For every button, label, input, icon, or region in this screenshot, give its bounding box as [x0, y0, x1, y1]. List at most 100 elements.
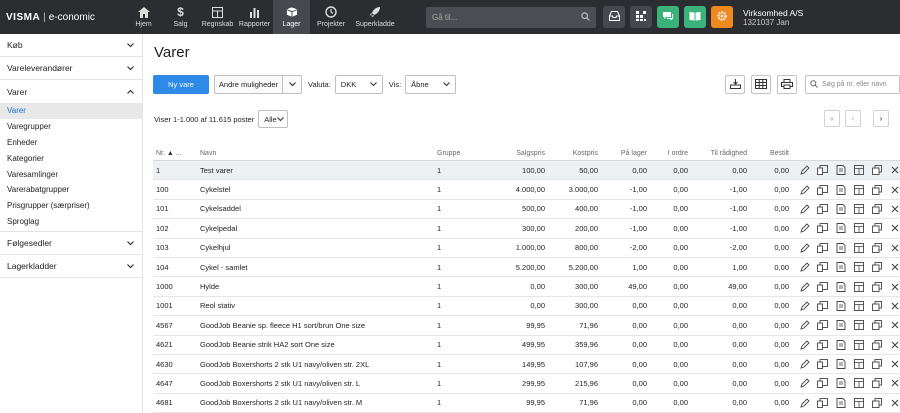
cell-navn[interactable]: Cykelpedal — [200, 224, 437, 233]
document-icon[interactable] — [835, 281, 846, 292]
sidebar-section-vareleverandoerer[interactable]: Vareleverandører — [0, 57, 142, 80]
table-row[interactable]: 4621 GoodJob Beanie strik HA2 sort One si… — [153, 336, 900, 355]
close-icon[interactable] — [889, 378, 900, 389]
inbox-button[interactable] — [603, 6, 625, 28]
document-icon[interactable] — [835, 242, 846, 253]
sidebar-item-varerabatgrupper[interactable]: Varerabatgrupper — [0, 182, 142, 198]
close-icon[interactable] — [889, 165, 900, 176]
close-icon[interactable] — [889, 339, 900, 350]
next-page-button[interactable]: › — [873, 110, 889, 127]
report-icon[interactable] — [853, 262, 864, 273]
table-row[interactable]: 4681 GoodJob Boxershorts 2 stk U1 navy/ol… — [153, 394, 900, 413]
nav-superkladde[interactable]: Superkladde — [352, 0, 398, 34]
cell-nr[interactable]: 4621 — [153, 340, 200, 349]
copy-to-order-icon[interactable] — [817, 320, 828, 331]
close-icon[interactable] — [889, 300, 900, 311]
cell-navn[interactable]: GoodJob Boxershorts 2 stk U1 navy/oliven… — [200, 360, 437, 369]
copy-to-order-icon[interactable] — [817, 203, 828, 214]
cell-nr[interactable]: 103 — [153, 243, 200, 252]
table-row[interactable]: 1000 Hylde 1 0,00 300,00 49,00 0,00 49,00 0,00 — [153, 277, 900, 297]
col-bestilt-header[interactable]: Bestilt — [747, 150, 789, 157]
nav-salg[interactable]: $ Salg — [162, 0, 199, 34]
copy-to-order-icon[interactable] — [817, 339, 828, 350]
sidebar-item-prisgrupper[interactable]: Prisgrupper (særpriser) — [0, 198, 142, 214]
cell-navn[interactable]: Reol stativ — [200, 301, 437, 310]
cell-nr[interactable]: 101 — [153, 204, 200, 213]
document-icon[interactable] — [835, 165, 846, 176]
col-navn-header[interactable]: Navn — [200, 150, 437, 157]
new-item-button[interactable]: Ny vare — [153, 75, 209, 94]
duplicate-icon[interactable] — [871, 223, 882, 234]
print-button[interactable] — [777, 75, 797, 94]
table-row[interactable]: 101 Cykelsaddel 1 500,00 400,00 -1,00 0,00 -1,0… — [153, 200, 900, 220]
report-icon[interactable] — [853, 397, 864, 408]
col-gruppe-header[interactable]: Gruppe — [437, 150, 487, 157]
table-row[interactable]: 103 Cykelhjul 1 1.000,00 800,00 -2,00 0,00 -2,0… — [153, 239, 900, 258]
report-icon[interactable] — [853, 359, 864, 370]
col-kostpris-header[interactable]: Kostpris — [545, 150, 598, 157]
duplicate-icon[interactable] — [871, 165, 882, 176]
duplicate-icon[interactable] — [871, 203, 882, 214]
copy-to-order-icon[interactable] — [817, 242, 828, 253]
table-row[interactable]: 1001 Reol stativ 1 0,00 300,00 0,00 0,00 0,00 0,… — [153, 297, 900, 317]
col-i-ordre-header[interactable]: I ordre — [647, 150, 688, 157]
close-icon[interactable] — [889, 320, 900, 331]
apps-button[interactable] — [630, 6, 652, 28]
sidebar-item-kategorier[interactable]: Kategorier — [0, 150, 142, 166]
col-nr-header[interactable]: Nr. ▲ ... — [153, 150, 200, 157]
duplicate-icon[interactable] — [871, 320, 882, 331]
document-icon[interactable] — [835, 378, 846, 389]
cell-navn[interactable]: Cykelsaddel — [200, 204, 437, 213]
cell-navn[interactable]: GoodJob Boxershorts 2 stk U1 navy/oliven… — [200, 398, 437, 407]
item-search-input[interactable]: Søg på nr. eller navn — [805, 75, 900, 94]
edit-icon[interactable] — [799, 378, 810, 389]
account-menu[interactable]: Virksomhed A/S 1321037 Jan — [743, 8, 803, 34]
report-icon[interactable] — [853, 320, 864, 331]
close-icon[interactable] — [889, 281, 900, 292]
close-icon[interactable] — [889, 223, 900, 234]
sidebar-section-foelgesedler[interactable]: Følgesedler — [0, 232, 142, 256]
sidebar-section-varer[interactable]: Varer — [0, 80, 142, 103]
edit-icon[interactable] — [799, 262, 810, 273]
table-row[interactable]: 4630 GoodJob Boxershorts 2 stk U1 navy/ol… — [153, 355, 900, 375]
duplicate-icon[interactable] — [871, 359, 882, 370]
edit-icon[interactable] — [799, 223, 810, 234]
edit-icon[interactable] — [799, 397, 810, 408]
cell-navn[interactable]: Test varer — [200, 166, 437, 175]
document-icon[interactable] — [835, 339, 846, 350]
edit-icon[interactable] — [799, 203, 810, 214]
nav-lager[interactable]: Lager — [273, 0, 310, 34]
prev-page-button[interactable]: ‹ — [845, 110, 861, 127]
col-salgspris-header[interactable]: Salgspris — [487, 150, 545, 157]
report-icon[interactable] — [853, 378, 864, 389]
table-row[interactable]: 102 Cykelpedal 1 300,00 200,00 -1,00 0,00 -1,00… — [153, 219, 900, 239]
cell-nr[interactable]: 4630 — [153, 360, 200, 369]
nav-regnskab[interactable]: Regnskab — [199, 0, 236, 34]
global-search-input[interactable]: Gå til... — [426, 7, 596, 28]
report-icon[interactable] — [853, 184, 864, 195]
cell-navn[interactable]: Cykelstel — [200, 185, 437, 194]
edit-icon[interactable] — [799, 184, 810, 195]
sidebar-item-varegrupper[interactable]: Varegrupper — [0, 119, 142, 135]
cell-navn[interactable]: GoodJob Beanie strik HA2 sort One size — [200, 340, 437, 349]
sidebar-item-varer[interactable]: Varer — [0, 103, 142, 119]
report-icon[interactable] — [853, 281, 864, 292]
cell-nr[interactable]: 104 — [153, 263, 200, 272]
duplicate-icon[interactable] — [871, 378, 882, 389]
close-icon[interactable] — [889, 242, 900, 253]
copy-to-order-icon[interactable] — [817, 378, 828, 389]
sidebar-item-sproglag[interactable]: Sproglag — [0, 214, 142, 230]
nav-projekter[interactable]: Projekter — [310, 0, 352, 34]
cell-nr[interactable]: 4681 — [153, 398, 200, 407]
sidebar-item-enheder[interactable]: Enheder — [0, 135, 142, 151]
close-icon[interactable] — [889, 203, 900, 214]
col-paa-lager-header[interactable]: På lager — [598, 150, 647, 157]
report-icon[interactable] — [853, 165, 864, 176]
document-icon[interactable] — [835, 203, 846, 214]
report-icon[interactable] — [853, 339, 864, 350]
cell-navn[interactable]: GoodJob Boxershorts 2 stk U1 navy/oliven… — [200, 379, 437, 388]
cell-nr[interactable]: 4567 — [153, 321, 200, 330]
duplicate-icon[interactable] — [871, 262, 882, 273]
report-icon[interactable] — [853, 242, 864, 253]
copy-to-order-icon[interactable] — [817, 359, 828, 370]
